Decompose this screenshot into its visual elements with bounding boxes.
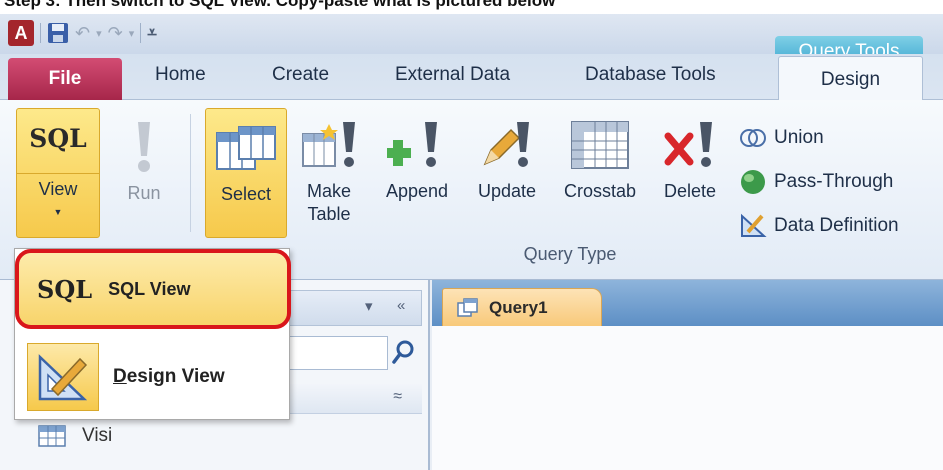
nav-table-label: Visi: [82, 425, 113, 446]
exclamation-icon: [129, 118, 159, 178]
instruction-caption: Step 3: Then switch to SQL View. Copy-pa…: [0, 0, 943, 14]
query-type-group-label: Query Type: [523, 244, 617, 264]
shutter-bar-close-icon[interactable]: «: [397, 297, 405, 314]
undo-icon[interactable]: ↶: [75, 22, 90, 44]
title-bar: A ↶ ▾ ↷ ▾ ⩡ Query Tools: [0, 14, 943, 68]
sql-view-icon: SQL: [37, 274, 93, 304]
customize-qat-icon[interactable]: ⩡: [147, 23, 157, 43]
delete-query-button[interactable]: Delete: [652, 108, 728, 203]
document-area: Query1: [432, 280, 943, 470]
design-view-access-key: D: [113, 366, 127, 387]
tab-design[interactable]: Design: [778, 56, 923, 102]
update-pencil-icon: [477, 116, 537, 176]
pass-through-button[interactable]: Pass-Through: [738, 160, 899, 204]
design-view-label-rest: esign View: [126, 366, 225, 387]
chevron-down-icon: ▼: [53, 207, 63, 217]
view-dropdown-menu: SQL SQL View Design View: [14, 248, 291, 420]
union-rings-icon: [740, 129, 766, 147]
crosstab-button[interactable]: Crosstab: [552, 108, 648, 203]
globe-icon: [741, 170, 765, 194]
design-view-icon: [27, 343, 99, 411]
caption-text: Step 3: Then switch to SQL View. Copy-pa…: [4, 0, 556, 10]
pass-through-label: Pass-Through: [774, 171, 894, 192]
save-icon[interactable]: [47, 22, 69, 44]
qat-divider: [40, 23, 41, 43]
append-icon: [385, 116, 447, 176]
redo-icon[interactable]: ↷: [108, 22, 123, 44]
ribbon-tab-row: File Home Create External Data Database …: [0, 54, 943, 102]
delete-label: Delete: [663, 181, 717, 201]
document-tab-strip: Query1: [432, 280, 943, 326]
access-logo-icon[interactable]: A: [8, 20, 34, 46]
undo-dropdown-icon[interactable]: ▾: [96, 27, 102, 40]
tab-external-data[interactable]: External Data: [395, 64, 510, 86]
run-label: Run: [127, 183, 161, 203]
select-table-icon: [213, 123, 279, 179]
query-type-small-buttons: Union Pass-Through Data Definition: [738, 116, 899, 248]
run-button[interactable]: Run: [114, 108, 174, 205]
crosstab-grid-icon: [568, 116, 632, 176]
view-button-label: View: [38, 179, 78, 199]
search-icon[interactable]: [390, 338, 418, 368]
table-icon: [38, 425, 66, 447]
tab-create[interactable]: Create: [272, 64, 329, 86]
nav-menu-dropdown-icon[interactable]: ▾: [365, 297, 373, 315]
collapse-group-icon[interactable]: ≈: [393, 388, 402, 406]
data-definition-icon: [741, 213, 767, 237]
select-label: Select: [220, 184, 272, 204]
tab-file[interactable]: File: [8, 58, 122, 100]
data-definition-button[interactable]: Data Definition: [738, 204, 899, 248]
make-table-button[interactable]: Make Table: [297, 108, 361, 226]
nav-table-item[interactable]: Visi: [38, 425, 112, 447]
sql-view-glyph-icon: SQL: [29, 124, 87, 153]
query-icon: [457, 297, 478, 317]
delete-x-icon: [660, 116, 720, 176]
design-view-label: Design View: [113, 366, 225, 388]
union-button[interactable]: Union: [738, 116, 899, 160]
make-table-icon: [299, 116, 359, 176]
data-definition-label: Data Definition: [774, 215, 899, 236]
quick-access-toolbar: A ↶ ▾ ↷ ▾ ⩡: [8, 20, 157, 46]
update-button[interactable]: Update: [466, 108, 548, 203]
append-button[interactable]: Append: [372, 108, 462, 203]
union-label: Union: [774, 127, 824, 148]
qat-divider: [140, 23, 142, 43]
sql-view-label: SQL View: [108, 278, 191, 299]
crosstab-label: Crosstab: [563, 181, 637, 201]
view-button[interactable]: SQL View ▼: [16, 108, 100, 238]
query1-tab-label: Query1: [489, 297, 548, 317]
update-label: Update: [477, 181, 537, 201]
make-table-label-line2: Table: [307, 204, 351, 224]
tab-query1[interactable]: Query1: [442, 288, 602, 326]
menu-item-sql-view[interactable]: SQL SQL View: [15, 249, 291, 329]
select-query-button[interactable]: Select: [205, 108, 287, 238]
group-divider: [190, 114, 191, 232]
tab-home[interactable]: Home: [155, 64, 206, 86]
tab-database-tools[interactable]: Database Tools: [585, 64, 716, 86]
append-label: Append: [385, 181, 449, 201]
menu-item-design-view[interactable]: Design View: [27, 343, 225, 411]
view-dropdown-part[interactable]: View ▼: [17, 173, 99, 224]
redo-dropdown-icon[interactable]: ▾: [129, 27, 135, 40]
make-table-label-line1: Make: [306, 181, 351, 201]
